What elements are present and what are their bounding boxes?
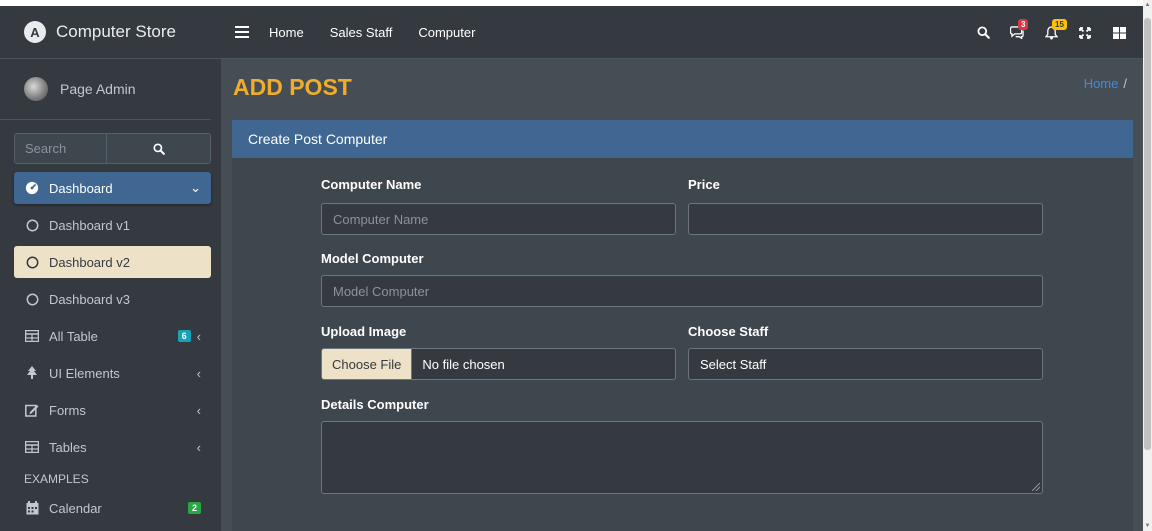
chevron-left-icon: ‹ xyxy=(196,365,201,381)
table-icon xyxy=(24,441,40,453)
user-panel[interactable]: Page Admin xyxy=(0,59,211,120)
chevron-left-icon: ‹ xyxy=(196,402,201,418)
choose-staff-label: Choose Staff xyxy=(688,324,769,339)
nav-link-sales-staff[interactable]: Sales Staff xyxy=(330,25,393,40)
scroll-down-icon[interactable]: ▼ xyxy=(1144,523,1151,529)
calendar-icon xyxy=(24,501,40,515)
main-sidebar: A Computer Store Page Admin Dashboard ⌄ … xyxy=(0,6,221,531)
sidebar-item-label: All Table xyxy=(49,328,98,344)
brand-name: Computer Store xyxy=(56,22,176,41)
chevron-down-icon: ⌄ xyxy=(190,180,201,195)
count-badge: 2 xyxy=(187,502,201,514)
sidebar-item-label: UI Elements xyxy=(49,365,120,381)
control-sidebar-icon[interactable] xyxy=(1111,25,1127,41)
circle-icon xyxy=(24,219,40,232)
messages-icon[interactable]: 3 xyxy=(1009,18,1029,41)
sidebar-item-calendar[interactable]: Calendar 2 xyxy=(14,492,211,524)
upload-image-label: Upload Image xyxy=(321,324,407,339)
sidebar-search-input[interactable] xyxy=(15,134,107,163)
chevron-left-icon: ‹ xyxy=(196,328,201,344)
navbar-search-icon[interactable] xyxy=(975,25,991,41)
sidebar-item-label: Forms xyxy=(49,402,86,418)
sidebar-section-header: EXAMPLES xyxy=(24,472,89,486)
tachometer-icon xyxy=(24,181,40,195)
sidebar-nav: Dashboard ⌄ Dashboard v1 Dashboard v2 Da… xyxy=(0,172,221,524)
page-title: ADD POST xyxy=(233,74,352,100)
nav-link-home[interactable]: Home xyxy=(269,25,304,40)
user-name: Page Admin xyxy=(60,81,136,97)
edit-icon xyxy=(24,403,40,417)
staff-select[interactable]: Select Staff xyxy=(688,348,1043,380)
notifications-icon[interactable]: 15 xyxy=(1043,18,1067,41)
breadcrumb: Home / xyxy=(1084,76,1127,91)
price-label: Price xyxy=(688,177,720,192)
nav-link-computer[interactable]: Computer xyxy=(418,25,475,40)
scroll-thumb[interactable] xyxy=(1144,18,1151,450)
top-navbar: Home Sales Staff Computer 3 15 xyxy=(221,6,1143,59)
sidebar-item-label: Tables xyxy=(49,439,87,455)
sidebar-item-label: Calendar xyxy=(49,500,102,516)
sidebar-search-button[interactable] xyxy=(107,134,210,163)
sidebar-item-label: Dashboard v3 xyxy=(49,291,130,307)
messages-badge: 3 xyxy=(1018,18,1029,30)
sidebar-item-dashboard-v1[interactable]: Dashboard v1 xyxy=(14,209,211,241)
avatar xyxy=(24,77,48,101)
brand-link[interactable]: A Computer Store xyxy=(0,6,221,59)
content-wrapper: ADD POST Home / Create Post Computer Comp… xyxy=(221,59,1143,531)
file-status: No file chosen xyxy=(422,356,505,372)
scroll-up-icon[interactable]: ▲ xyxy=(1144,2,1151,8)
circle-icon xyxy=(24,293,40,306)
upload-image-input[interactable]: Choose File No file chosen xyxy=(321,348,676,380)
sidebar-search xyxy=(14,133,211,164)
brand-logo-icon: A xyxy=(24,21,46,43)
computer-name-input[interactable] xyxy=(321,203,676,235)
breadcrumb-separator: / xyxy=(1123,76,1127,91)
model-computer-input[interactable] xyxy=(321,275,1043,307)
sidebar-item-label: Dashboard v2 xyxy=(49,254,130,270)
tree-icon xyxy=(24,366,40,380)
menu-toggle-icon[interactable] xyxy=(235,26,249,38)
sidebar-item-label: Dashboard v1 xyxy=(49,217,130,233)
details-computer-textarea[interactable] xyxy=(321,421,1043,494)
chevron-left-icon: ‹ xyxy=(196,439,201,455)
fullscreen-icon[interactable] xyxy=(1077,25,1093,41)
sidebar-item-all-table[interactable]: All Table 6 ‹ xyxy=(14,320,211,352)
create-post-card: Create Post Computer Computer Name Price… xyxy=(232,120,1133,531)
computer-name-label: Computer Name xyxy=(321,177,422,192)
choose-file-button[interactable]: Choose File xyxy=(322,349,413,379)
table-icon xyxy=(24,330,40,342)
sidebar-item-dashboard-v3[interactable]: Dashboard v3 xyxy=(14,283,211,315)
circle-icon xyxy=(24,256,40,269)
model-computer-label: Model Computer xyxy=(321,251,424,266)
sidebar-item-dashboard[interactable]: Dashboard ⌄ xyxy=(14,172,211,204)
sidebar-item-dashboard-v2[interactable]: Dashboard v2 xyxy=(14,246,211,278)
price-input[interactable] xyxy=(688,203,1043,235)
details-computer-label: Details Computer xyxy=(321,397,429,412)
breadcrumb-home-link[interactable]: Home xyxy=(1084,76,1119,91)
count-badge: 6 xyxy=(177,330,191,342)
resize-grip-icon[interactable] xyxy=(1032,483,1040,491)
search-icon xyxy=(152,142,165,155)
sidebar-item-ui-elements[interactable]: UI Elements ‹ xyxy=(14,357,211,389)
notifications-badge: 15 xyxy=(1052,18,1067,30)
sidebar-item-label: Dashboard xyxy=(49,180,113,196)
card-title: Create Post Computer xyxy=(232,120,1133,158)
page-scrollbar[interactable]: ▲ ▼ xyxy=(1143,0,1152,531)
sidebar-item-forms[interactable]: Forms ‹ xyxy=(14,394,211,426)
sidebar-item-tables[interactable]: Tables ‹ xyxy=(14,431,211,463)
